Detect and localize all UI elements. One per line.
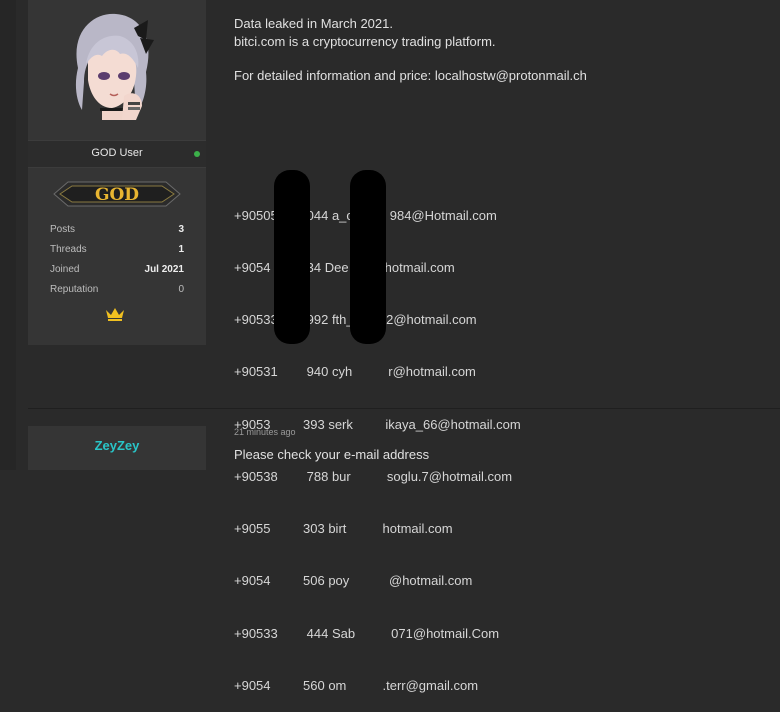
- stat-threads: Threads 1: [50, 244, 184, 264]
- user-stats: Posts 3 Threads 1 Joined Jul 2021 Reputa…: [50, 224, 184, 304]
- stat-label: Joined: [50, 264, 80, 275]
- list-item: +90533 444 Sab 071@hotmail.Com: [234, 625, 500, 641]
- stat-label: Threads: [50, 244, 87, 255]
- stat-joined: Joined Jul 2021: [50, 264, 184, 284]
- post-line: Data leaked in March 2021.: [234, 16, 393, 31]
- post-line: bitci.com is a cryptocurrency trading pl…: [234, 34, 496, 49]
- user-title-row: GOD User: [28, 140, 206, 168]
- stat-value: Jul 2021: [144, 264, 184, 275]
- post-body: Data leaked in March 2021. bitci.com is …: [234, 15, 587, 85]
- online-status-icon: [194, 151, 200, 157]
- reply-username[interactable]: ZeyZey: [28, 438, 206, 453]
- badge-text: GOD: [95, 185, 139, 205]
- user-title: GOD User: [91, 147, 143, 159]
- post-line: For detailed information and price: loca…: [234, 68, 587, 83]
- list-item: +9054 506 poy @hotmail.com: [234, 573, 473, 589]
- stat-value: 1: [178, 244, 184, 255]
- reply-author-panel: ZeyZey: [28, 426, 206, 470]
- stat-posts: Posts 3: [50, 224, 184, 244]
- left-edge-strip: [0, 0, 16, 470]
- stat-reputation: Reputation 0: [50, 284, 184, 304]
- list-item: +90538 788 bur soglu.7@hotmail.com: [234, 468, 513, 484]
- redaction-bar: [274, 170, 310, 344]
- list-item: +9055 303 birt hotmail.com: [234, 521, 453, 537]
- list-item: +90531 940 cyh r@hotmail.com: [234, 364, 476, 380]
- rank-badge: GOD: [52, 176, 182, 212]
- post-divider: [28, 408, 780, 409]
- list-item: +9054 560 om .terr@gmail.com: [234, 677, 479, 693]
- reply-timestamp[interactable]: 21 minutes ago: [234, 427, 296, 437]
- reply-body: Please check your e-mail address: [234, 447, 430, 462]
- avatar[interactable]: [50, 10, 170, 120]
- stat-label: Posts: [50, 224, 76, 235]
- crown-icon: [104, 306, 126, 322]
- redaction-bar: [350, 170, 386, 344]
- stat-value: 3: [178, 224, 184, 235]
- stat-label: Reputation: [50, 284, 99, 295]
- stat-value: 0: [178, 284, 184, 295]
